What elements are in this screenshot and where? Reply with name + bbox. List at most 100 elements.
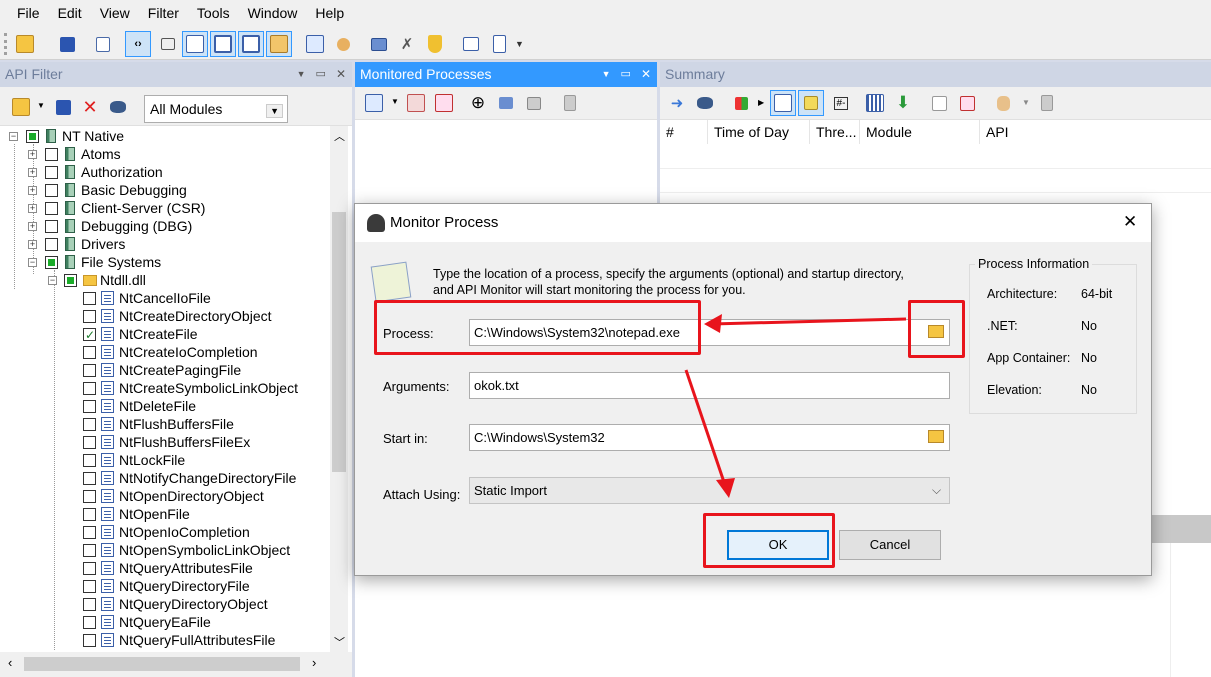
tree-node-function[interactable]: NtQueryFullAttributesFile [0, 631, 330, 649]
monitor-process-button[interactable] [182, 31, 208, 57]
expand-icon[interactable]: + [28, 222, 37, 231]
users-button[interactable] [330, 31, 356, 57]
summary-find-button[interactable] [692, 90, 718, 116]
save-button[interactable] [54, 31, 80, 57]
attach-button[interactable] [493, 90, 519, 116]
api-filter-button[interactable] [926, 90, 952, 116]
expand-icon[interactable]: + [28, 240, 37, 249]
hand-dropdown-icon[interactable]: ▼ [1022, 98, 1030, 107]
tree-checkbox[interactable] [45, 202, 58, 215]
monitor-new-process-button[interactable] [361, 90, 387, 116]
pane-menu-icon[interactable]: ▼ [602, 62, 611, 87]
tree-node-function[interactable]: NtOpenSymbolicLinkObject [0, 541, 330, 559]
tree-node-function[interactable]: NtCreateFile [0, 325, 330, 344]
stack-button[interactable] [266, 31, 292, 57]
module-select[interactable]: All Modules ▼ [144, 95, 288, 123]
tree-checkbox[interactable] [45, 166, 58, 179]
close-icon[interactable]: ✕ [641, 62, 651, 87]
highlight-button[interactable] [798, 90, 824, 116]
tree-node-category[interactable]: + Atoms [0, 145, 330, 163]
tree-node-root[interactable]: − NT Native [0, 127, 330, 145]
filter-open-dropdown-icon[interactable]: ▼ [37, 101, 45, 110]
expand-icon[interactable]: + [28, 168, 37, 177]
tree-node-function[interactable]: NtOpenDirectoryObject [0, 487, 330, 505]
scroll-up-icon[interactable]: ︿ [334, 128, 345, 144]
tree-node-function[interactable]: NtFlushBuffersFileEx [0, 433, 330, 451]
menu-file[interactable]: File [8, 0, 49, 27]
tree-node-function[interactable]: NtQueryDirectoryFile [0, 577, 330, 595]
expand-icon[interactable]: + [28, 204, 37, 213]
tree-node-function[interactable]: NtFlushBuffersFile [0, 415, 330, 433]
dialog-close-icon[interactable]: ✕ [1123, 212, 1137, 232]
tree-node-function[interactable]: NtOpenIoCompletion [0, 523, 330, 541]
filter-clear-button[interactable]: ✕ [77, 94, 103, 120]
tree-node-category[interactable]: − File Systems [0, 253, 330, 271]
hook-button[interactable] [155, 31, 181, 57]
open-folder-button[interactable] [12, 31, 38, 57]
tree-node-category[interactable]: + Authorization [0, 163, 330, 181]
scroll-right-icon[interactable]: › [312, 655, 316, 670]
menu-edit[interactable]: Edit [49, 0, 91, 27]
expand-icon[interactable]: + [28, 186, 37, 195]
monitor-stop-button[interactable] [431, 90, 457, 116]
attach-using-select[interactable]: Static Import ⌵ [469, 477, 950, 504]
tree-node-function[interactable]: NtNotifyChangeDirectoryFile [0, 469, 330, 487]
hand-button[interactable] [990, 90, 1016, 116]
menu-window[interactable]: Window [239, 0, 307, 27]
expand-icon[interactable]: + [28, 150, 37, 159]
monitor-dropdown-icon[interactable]: ▼ [391, 97, 399, 106]
menu-help[interactable]: Help [306, 0, 353, 27]
tree-vertical-scrollbar[interactable]: ︿ ﹀ [330, 126, 348, 652]
tree-node-function[interactable]: NtOpenFile [0, 505, 330, 523]
toolbar-grip[interactable] [4, 33, 7, 55]
column-header-api[interactable]: API [980, 120, 1211, 144]
help-book-button[interactable] [458, 31, 484, 57]
columns-button[interactable] [862, 90, 888, 116]
menu-view[interactable]: View [91, 0, 139, 27]
copy-button[interactable] [90, 31, 116, 57]
tree-node-category[interactable]: + Client-Server (CSR) [0, 199, 330, 217]
column-header-time[interactable]: Time of Day [708, 120, 810, 144]
tree-checkbox[interactable] [83, 562, 96, 575]
start-in-input[interactable]: C:\Windows\System32 [469, 424, 950, 451]
monitor-delete-button[interactable] [557, 90, 583, 116]
tree-node-category[interactable]: + Basic Debugging [0, 181, 330, 199]
services-button[interactable] [521, 90, 547, 116]
collapse-icon[interactable]: − [9, 132, 18, 141]
close-icon[interactable]: ✕ [336, 62, 346, 87]
tree-checkbox[interactable] [45, 256, 58, 269]
tree-node-function[interactable]: NtCreateSymbolicLinkObject [0, 379, 330, 397]
tree-checkbox[interactable] [83, 436, 96, 449]
scroll-down-icon[interactable]: ﹀ [334, 634, 345, 650]
go-button[interactable]: ➜ [664, 90, 690, 116]
tree-node-function[interactable]: NtDeleteFile [0, 397, 330, 415]
tree-checkbox[interactable] [45, 184, 58, 197]
tree-horizontal-scrollbar[interactable]: ‹ › [0, 652, 352, 677]
filter-save-button[interactable] [50, 94, 76, 120]
scroll-left-icon[interactable]: ‹ [8, 655, 12, 670]
export-button[interactable]: ⬇ [890, 90, 916, 116]
tree-node-function[interactable]: NtQueryEaFile [0, 613, 330, 631]
capture-button[interactable] [302, 31, 328, 57]
tree-view-button[interactable] [770, 90, 796, 116]
summary-delete-button[interactable] [1034, 90, 1060, 116]
colorize-button[interactable] [728, 90, 754, 116]
tree-checkbox[interactable] [83, 382, 96, 395]
tools-button[interactable]: ✗ [394, 31, 420, 57]
tree-node-function[interactable]: NtLockFile [0, 451, 330, 469]
tree-checkbox[interactable] [83, 310, 96, 323]
tree-checkbox[interactable] [83, 544, 96, 557]
hscroll-thumb[interactable] [24, 657, 300, 671]
filter-open-button[interactable] [8, 94, 34, 120]
pin-icon[interactable]: ▭ [621, 62, 631, 87]
cancel-button[interactable]: Cancel [839, 530, 941, 560]
colorize-dropdown-icon[interactable]: ▶ [758, 98, 764, 107]
display-button[interactable] [366, 31, 392, 57]
tree-node-function[interactable]: NtCreatePagingFile [0, 361, 330, 379]
tree-checkbox[interactable] [83, 364, 96, 377]
tree-checkbox[interactable] [45, 220, 58, 233]
menu-tools[interactable]: Tools [188, 0, 239, 27]
collapse-icon[interactable]: − [48, 276, 57, 285]
tree-checkbox[interactable] [64, 274, 77, 287]
tree-checkbox[interactable] [83, 634, 96, 647]
